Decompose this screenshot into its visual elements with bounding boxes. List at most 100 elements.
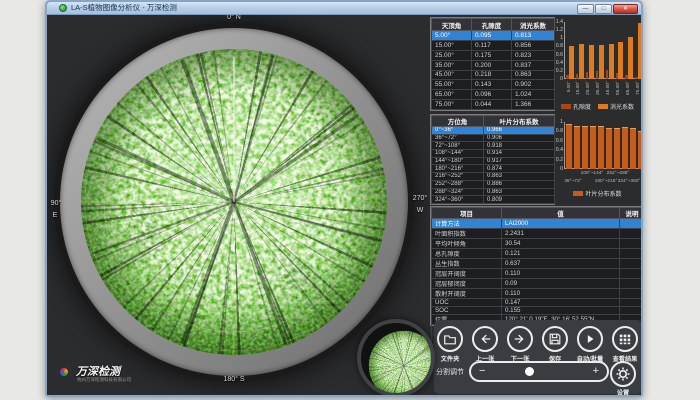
table-cell: 0.637	[502, 259, 620, 269]
table-cell	[620, 289, 642, 299]
table-cell: 0.095	[472, 31, 512, 41]
table-row[interactable]: 252°~288°0.886	[432, 180, 555, 188]
segmentation-slider[interactable]: − +	[469, 361, 609, 382]
close-button[interactable]: ✕	[613, 4, 638, 14]
y-tick-label: 0.4	[550, 147, 563, 153]
table-row[interactable]: 总孔隙度0.121	[432, 249, 642, 259]
main-content: 0° N 90° E 270° W 180° S 天顶角孔隙度消光系数5.00°…	[47, 15, 641, 395]
view-results-button[interactable]	[612, 326, 638, 352]
column-header: 项目	[432, 208, 502, 219]
table-row[interactable]: 45.00°0.2180.863	[432, 70, 555, 80]
table-cell: 0.874	[484, 165, 555, 173]
table-row[interactable]: 288°~324°0.863	[432, 188, 555, 196]
folder-button[interactable]	[437, 326, 463, 352]
bar	[618, 42, 623, 79]
table-row[interactable]: SOC0.155	[432, 307, 642, 315]
table-cell: 冠层郁闭度	[432, 279, 502, 289]
table-cell: 65.00°	[432, 90, 472, 100]
table-row[interactable]: 叶面积指数2.2431	[432, 229, 642, 239]
table-row[interactable]: 55.00°0.1430.902	[432, 80, 555, 90]
table-cell: 叶面积指数	[432, 229, 502, 239]
table-row[interactable]: 15.00°0.1170.856	[432, 40, 555, 50]
thumbnail-photo[interactable]	[357, 319, 435, 395]
table-row[interactable]: 180°~216°0.874	[432, 165, 555, 173]
table-row[interactable]: 平均叶倾角30.54	[432, 239, 642, 249]
bar	[609, 44, 614, 79]
auto-batch-button[interactable]	[577, 326, 603, 352]
table-row[interactable]: 108°~144°0.914	[432, 150, 555, 158]
table-row[interactable]: 36°~72°0.906	[432, 134, 555, 142]
table-cell: 0.110	[502, 269, 620, 279]
maximize-button[interactable]: □	[595, 4, 612, 14]
table-cell: 55.00°	[432, 80, 472, 90]
logo-swirl-icon	[57, 365, 71, 379]
zenith-angle-table: 天顶角孔隙度消光系数5.00°0.0950.81315.00°0.1170.85…	[430, 17, 555, 111]
chart-legend: 孔隙度消光系数	[550, 102, 641, 111]
save-icon	[548, 332, 562, 346]
table-row[interactable]: 5.00°0.0950.813	[432, 31, 555, 41]
minimize-button[interactable]: —	[577, 4, 594, 14]
table-cell: 0°~36°	[432, 127, 484, 135]
table-cell: 0.813	[512, 31, 555, 41]
slider-plus-button[interactable]: +	[593, 364, 599, 379]
table-cell: 0.096	[472, 90, 512, 100]
table-cell: 冠层开阔度	[432, 269, 502, 279]
table-cell: 0.856	[512, 40, 555, 50]
y-tick-label: 0	[550, 166, 563, 172]
previous-button[interactable]	[472, 326, 498, 352]
table-row[interactable]: 丛生指数0.637	[432, 259, 642, 269]
table-cell	[620, 239, 642, 249]
table-cell: 0.863	[512, 70, 555, 80]
table-cell: 25.00°	[432, 50, 472, 60]
table-row[interactable]: 216°~252°0.863	[432, 173, 555, 181]
table-cell: 288°~324°	[432, 188, 484, 196]
save-button[interactable]	[542, 326, 568, 352]
table-cell: UOC	[432, 299, 502, 307]
table-cell: 0.906	[484, 134, 555, 142]
chart-legend: 叶片分布系数	[550, 189, 641, 198]
table-row[interactable]: 72°~108°0.918	[432, 142, 555, 150]
table-row[interactable]: 35.00°0.2000.837	[432, 60, 555, 70]
table-row[interactable]: 冠层郁闭度0.09	[432, 279, 642, 289]
table-row[interactable]: 324°~360°0.809	[432, 196, 555, 204]
table-cell: 0.117	[472, 40, 512, 50]
x-tick-label: 5.00°	[567, 81, 572, 92]
arrow-left-icon	[478, 332, 492, 346]
table-cell: 0.121	[502, 249, 620, 259]
canopy-photo[interactable]	[81, 49, 387, 355]
table-row[interactable]: 25.00°0.1750.823	[432, 50, 555, 60]
titlebar[interactable]: LA-S植物图像分析仪 - 万深检测 — □ ✕	[47, 2, 641, 15]
x-tick-label: 65.00°	[626, 81, 631, 95]
canopy-photo[interactable]	[369, 331, 435, 395]
table-cell: 0.200	[472, 60, 512, 70]
table-row[interactable]: 144°~180°0.917	[432, 157, 555, 165]
table-cell: 35.00°	[432, 60, 472, 70]
settings-button[interactable]	[610, 361, 636, 387]
slider-minus-button[interactable]: −	[479, 364, 485, 379]
table-cell	[620, 259, 642, 269]
slider-thumb[interactable]	[525, 367, 534, 376]
table-cell: 总孔隙度	[432, 249, 502, 259]
bar	[638, 23, 641, 79]
next-button[interactable]	[507, 326, 533, 352]
bar	[574, 126, 580, 169]
table-cell: 0.143	[472, 80, 512, 90]
table-row[interactable]: 75.00°0.0441.366	[432, 100, 555, 110]
column-header: 天顶角	[432, 19, 472, 31]
compass-south-label: 180° S	[215, 376, 253, 383]
bar	[569, 46, 574, 79]
table-row[interactable]: 65.00°0.0961.024	[432, 90, 555, 100]
bar	[590, 126, 596, 169]
table-row[interactable]: 散射开阔度0.110	[432, 289, 642, 299]
table-row[interactable]: 冠层开阔度0.110	[432, 269, 642, 279]
table-cell: 平均叶倾角	[432, 239, 502, 249]
legend-item: 孔隙度	[561, 102, 591, 111]
table-cell: 0.110	[502, 289, 620, 299]
table-row[interactable]: UOC0.147	[432, 299, 642, 307]
table-cell: 72°~108°	[432, 142, 484, 150]
table-row[interactable]: 计算方法LAI2000	[432, 219, 642, 229]
x-tick-label: 36°~72°	[564, 179, 581, 184]
table-row[interactable]: 0°~36°0.966	[432, 127, 555, 135]
table-cell: 2.2431	[502, 229, 620, 239]
grid-icon	[618, 332, 632, 346]
